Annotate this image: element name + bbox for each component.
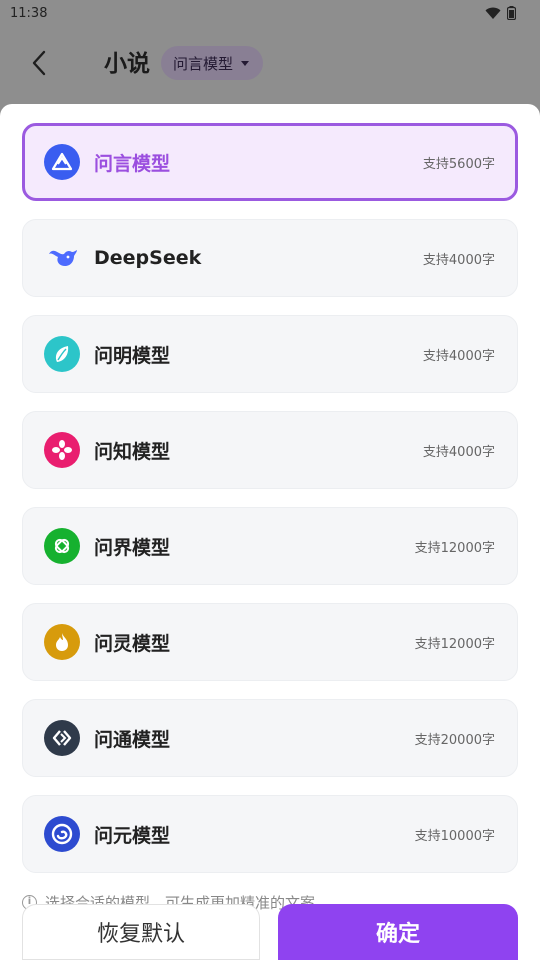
model-selector-pill[interactable]: 问言模型 — [161, 46, 264, 80]
model-limit: 支持12000字 — [414, 636, 495, 652]
knot-icon — [44, 528, 80, 564]
chevron-left-icon — [32, 50, 46, 76]
page-header: 小说 问言模型 — [0, 26, 540, 104]
back-button[interactable] — [24, 48, 54, 78]
model-option-wenzhi[interactable]: 问知模型 支持4000字 — [22, 411, 518, 489]
model-limit: 支持10000字 — [414, 828, 495, 844]
status-icons — [485, 6, 516, 20]
flame-icon — [44, 624, 80, 660]
model-name: 问界模型 — [94, 536, 171, 559]
model-option-deepseek[interactable]: DeepSeek 支持4000字 — [22, 219, 518, 297]
status-bar: 11:38 — [0, 0, 540, 26]
model-option-wenyan[interactable]: 问言模型 支持5600字 — [22, 123, 518, 201]
model-limit: 支持20000字 — [414, 732, 495, 748]
model-option-wenming[interactable]: 问明模型 支持4000字 — [22, 315, 518, 393]
chevrons-icon — [44, 720, 80, 756]
action-bar: 恢复默认 确定 — [22, 904, 518, 960]
status-time: 11:38 — [10, 5, 48, 21]
model-limit: 支持4000字 — [422, 252, 495, 268]
model-name: 问灵模型 — [94, 632, 171, 655]
model-option-wenjie[interactable]: 问界模型 支持12000字 — [22, 507, 518, 585]
model-name: 问明模型 — [94, 344, 171, 367]
model-name: 问知模型 — [94, 440, 171, 463]
model-name: 问元模型 — [94, 824, 171, 847]
deepseek-whale-icon — [44, 240, 80, 276]
model-picker-sheet: 问言模型 支持5600字 DeepSeek 支持4000字 问明模型 支持400… — [0, 104, 540, 960]
leaf-icon — [44, 336, 80, 372]
battery-icon — [507, 6, 516, 20]
model-limit: 支持4000字 — [422, 348, 495, 364]
reset-default-button[interactable]: 恢复默认 — [22, 904, 260, 960]
model-limit: 支持12000字 — [414, 540, 495, 556]
model-option-wenling[interactable]: 问灵模型 支持12000字 — [22, 603, 518, 681]
wifi-icon — [485, 7, 501, 19]
confirm-button[interactable]: 确定 — [278, 904, 518, 960]
swirl-icon — [44, 816, 80, 852]
flower-icon — [44, 432, 80, 468]
model-selector-label: 问言模型 — [173, 54, 234, 73]
model-option-wentong[interactable]: 问通模型 支持20000字 — [22, 699, 518, 777]
wenyan-triangle-icon — [44, 144, 80, 180]
caret-down-icon — [241, 60, 250, 66]
model-option-wenyuan[interactable]: 问元模型 支持10000字 — [22, 795, 518, 873]
model-name: 问言模型 — [94, 152, 171, 175]
model-list: 问言模型 支持5600字 DeepSeek 支持4000字 问明模型 支持400… — [22, 123, 518, 891]
model-name: 问通模型 — [94, 728, 171, 751]
page-title: 小说 — [104, 51, 150, 77]
model-name: DeepSeek — [94, 247, 202, 269]
model-limit: 支持4000字 — [422, 444, 495, 460]
model-limit: 支持5600字 — [422, 156, 495, 172]
